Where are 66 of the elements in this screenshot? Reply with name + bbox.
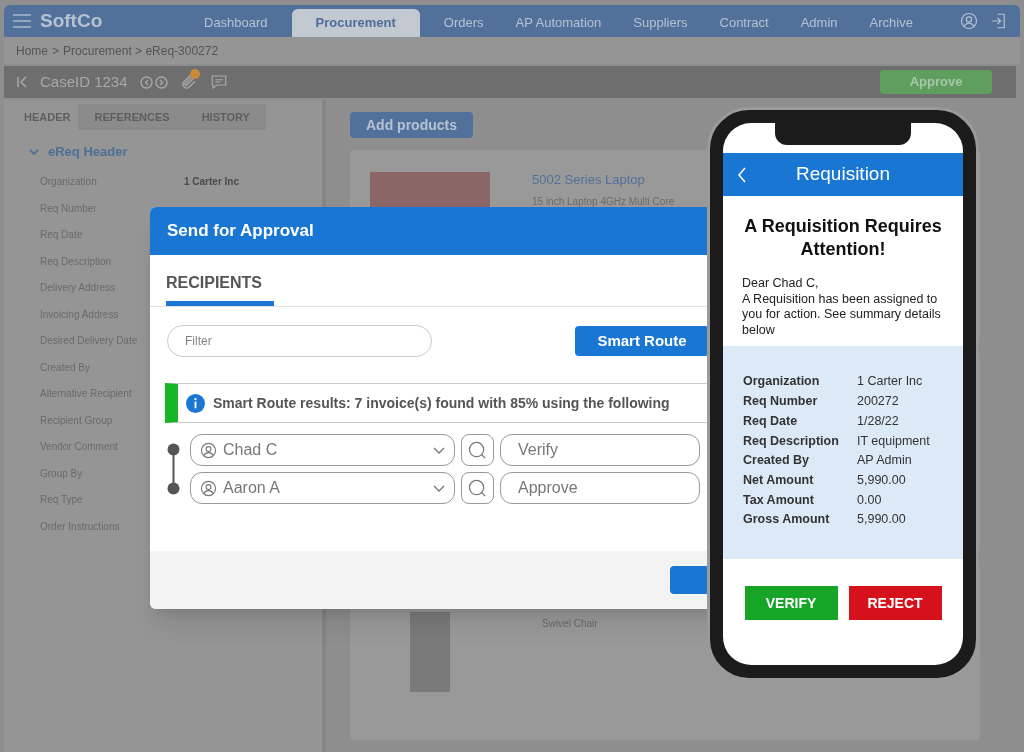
nav-tab[interactable]: Suppliers bbox=[617, 9, 704, 37]
detail-label: Tax Amount bbox=[743, 491, 815, 509]
back-icon[interactable] bbox=[737, 166, 747, 183]
search-button[interactable] bbox=[461, 434, 494, 466]
smart-route-button[interactable]: Smart Route bbox=[575, 326, 709, 356]
detail-label: Created By bbox=[743, 452, 810, 470]
nav-tab[interactable]: AP Automation bbox=[499, 9, 618, 37]
filter-input[interactable]: Filter bbox=[185, 332, 414, 350]
dialog-title: Send for Approval bbox=[167, 220, 314, 243]
info-icon bbox=[186, 393, 205, 413]
detail-value: IT equipment bbox=[857, 432, 930, 450]
user-icon bbox=[200, 479, 217, 497]
nav-tab[interactable]: Archive bbox=[853, 9, 929, 37]
add-products-button[interactable]: Add products bbox=[350, 112, 473, 138]
detail-value: AP Admin bbox=[857, 452, 912, 470]
recipient-select[interactable]: Chad C bbox=[190, 434, 455, 466]
detail-label: Gross Amount bbox=[743, 511, 831, 529]
footer-button[interactable] bbox=[670, 566, 710, 594]
detail-label: Req Date bbox=[743, 412, 799, 430]
approve-button[interactable]: Approve bbox=[880, 70, 992, 94]
detail-value: 0.00 bbox=[857, 491, 882, 509]
nav-tab[interactable]: Admin bbox=[784, 9, 854, 37]
case-id: CaseID 1234 bbox=[40, 71, 128, 92]
product-name[interactable]: 5002 Series Laptop bbox=[532, 170, 675, 190]
logo: SoftCo bbox=[40, 8, 104, 33]
action-field[interactable]: Verify bbox=[500, 434, 700, 466]
nav-tab[interactable]: Orders bbox=[427, 9, 500, 37]
field-value: 1 Carter Inc bbox=[184, 175, 240, 190]
paperclip-icon[interactable] bbox=[179, 73, 198, 91]
detail-value: 1 Carter Inc bbox=[857, 373, 923, 391]
recipient-select[interactable]: Aaron A bbox=[190, 472, 455, 504]
search-icon bbox=[468, 478, 487, 498]
detail-value: 5,990.00 bbox=[857, 471, 906, 489]
breadcrumb-item[interactable]: Procurement > eReq-300272 bbox=[63, 41, 219, 60]
detail-label: Req Description bbox=[743, 432, 840, 450]
detail-label: Req Number bbox=[743, 393, 819, 411]
menu-icon[interactable] bbox=[12, 13, 32, 29]
detail-value: 200272 bbox=[857, 393, 899, 411]
logout-icon[interactable] bbox=[990, 12, 1008, 30]
nav-tab[interactable]: Procurement bbox=[291, 9, 420, 37]
phone-title: Requisition bbox=[795, 162, 891, 187]
comment-icon[interactable] bbox=[209, 73, 228, 91]
message-text: A Requisition has been assigned to you for action. See summary details below bbox=[742, 291, 942, 338]
detail-value: 5,990.00 bbox=[857, 511, 906, 529]
section-title: eReq Header bbox=[48, 143, 128, 161]
user-icon bbox=[960, 12, 978, 30]
first-page-icon[interactable] bbox=[16, 76, 28, 88]
action-field[interactable]: Approve bbox=[500, 472, 700, 504]
detail-label: Organization bbox=[743, 373, 821, 391]
nav-tab[interactable]: Dashboard bbox=[188, 9, 284, 37]
search-icon bbox=[468, 440, 487, 460]
banner-text: Smart Route results: 7 invoice(s) found with 85% using the following bbox=[213, 393, 670, 413]
reject-button[interactable]: REJECT bbox=[848, 586, 942, 620]
recipients-tab[interactable]: RECIPIENTS bbox=[166, 271, 274, 306]
breadcrumb-item[interactable]: Home bbox=[16, 41, 48, 60]
detail-label: Net Amount bbox=[743, 471, 815, 489]
user-icon bbox=[200, 441, 217, 459]
breadcrumb-item[interactable]: > bbox=[52, 41, 60, 60]
prev-next-icon[interactable] bbox=[139, 75, 168, 89]
verify-button[interactable]: VERIFY bbox=[744, 586, 838, 620]
greeting: Dear Chad C, bbox=[742, 276, 820, 292]
phone-heading: A Requisition Requires Attention! bbox=[743, 215, 943, 261]
route-connector-icon bbox=[167, 443, 180, 495]
search-button[interactable] bbox=[461, 472, 494, 504]
nav-tab[interactable]: Contract bbox=[703, 9, 785, 37]
detail-value: 1/28/22 bbox=[857, 412, 899, 430]
